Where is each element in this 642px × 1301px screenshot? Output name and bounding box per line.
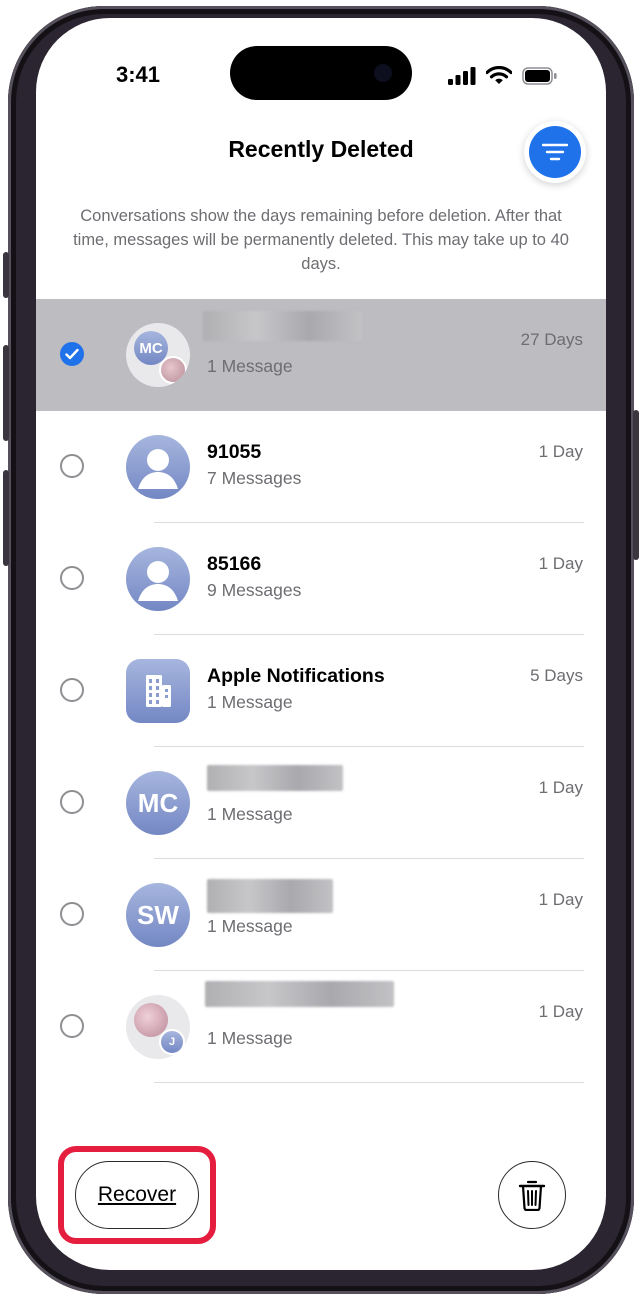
person-icon <box>126 435 190 499</box>
selection-checkbox[interactable] <box>60 1014 84 1038</box>
days-remaining: 1 Day <box>538 1002 583 1021</box>
redacted-name <box>207 879 333 913</box>
message-count: 1 Message <box>207 356 293 376</box>
selection-checkbox[interactable] <box>60 790 84 814</box>
checkmark-icon <box>65 348 79 360</box>
conversation-row[interactable]: 85166 9 Messages 1 Day <box>36 523 606 635</box>
battery-icon <box>522 66 558 90</box>
cellular-signal-icon <box>448 66 476 90</box>
redacted-name <box>205 981 394 1007</box>
screen: 3:41 Recently Deleted Conversations show… <box>36 18 606 1270</box>
days-remaining: 1 Day <box>538 778 583 797</box>
days-remaining: 1 Day <box>538 554 583 573</box>
row-divider <box>154 1082 584 1083</box>
selection-checkbox[interactable] <box>60 566 84 590</box>
conversation-name: Apple Notifications <box>207 665 385 687</box>
conversation-row[interactable]: Apple Notifications 1 Message 5 Days <box>36 635 606 747</box>
delete-button[interactable] <box>498 1161 566 1229</box>
conversation-name: 85166 <box>207 553 262 575</box>
avatar-initials: MC <box>126 771 190 835</box>
conversation-row[interactable]: SW 1 Message 1 Day <box>36 859 606 971</box>
person-icon <box>126 547 190 611</box>
dynamic-island <box>230 46 412 100</box>
conversation-row[interactable]: MC 1 Message 27 Days <box>36 299 606 411</box>
message-count: 7 Messages <box>207 468 302 488</box>
volume-up-button <box>3 345 9 441</box>
days-remaining: 5 Days <box>530 666 583 685</box>
recover-button[interactable]: Recover <box>75 1161 199 1229</box>
group-avatar: MC <box>126 323 190 387</box>
message-count: 9 Messages <box>207 580 302 600</box>
status-icons <box>448 65 558 90</box>
volume-down-button <box>3 470 9 566</box>
redacted-name <box>207 765 343 791</box>
days-remaining: 1 Day <box>538 442 583 461</box>
power-button <box>633 410 639 560</box>
trash-icon <box>518 1180 546 1211</box>
group-avatar: J <box>126 995 190 1059</box>
filter-icon <box>529 126 581 178</box>
action-button <box>3 252 9 298</box>
conversation-row[interactable]: J 1 Message 1 Day <box>36 971 606 1083</box>
avatar-initials: J <box>159 1029 185 1055</box>
conversation-row[interactable]: 91055 7 Messages 1 Day <box>36 411 606 523</box>
message-count: 1 Message <box>207 916 293 936</box>
front-camera <box>374 64 392 82</box>
conversation-name: 91055 <box>207 441 262 463</box>
filter-button[interactable] <box>524 121 586 183</box>
days-remaining: 1 Day <box>538 890 583 909</box>
deletion-info-text: Conversations show the days remaining be… <box>73 207 569 273</box>
page-title: Recently Deleted <box>228 136 414 162</box>
selection-checkbox[interactable] <box>60 678 84 702</box>
wifi-icon <box>485 65 513 90</box>
selection-checkbox[interactable] <box>60 342 84 366</box>
redacted-name <box>203 311 362 341</box>
message-count: 1 Message <box>207 804 293 824</box>
selection-checkbox[interactable] <box>60 902 84 926</box>
conversation-row[interactable]: MC 1 Message 1 Day <box>36 747 606 859</box>
days-remaining: 27 Days <box>520 330 583 349</box>
message-count: 1 Message <box>207 692 293 712</box>
status-time: 3:41 <box>116 62 161 87</box>
conversation-list: MC 1 Message 27 Days 91055 7 Messages 1 … <box>36 299 606 1083</box>
contact-photo <box>159 356 187 384</box>
avatar-initials: SW <box>126 883 190 947</box>
selection-checkbox[interactable] <box>60 454 84 478</box>
message-count: 1 Message <box>207 1028 293 1048</box>
building-icon <box>126 659 190 723</box>
